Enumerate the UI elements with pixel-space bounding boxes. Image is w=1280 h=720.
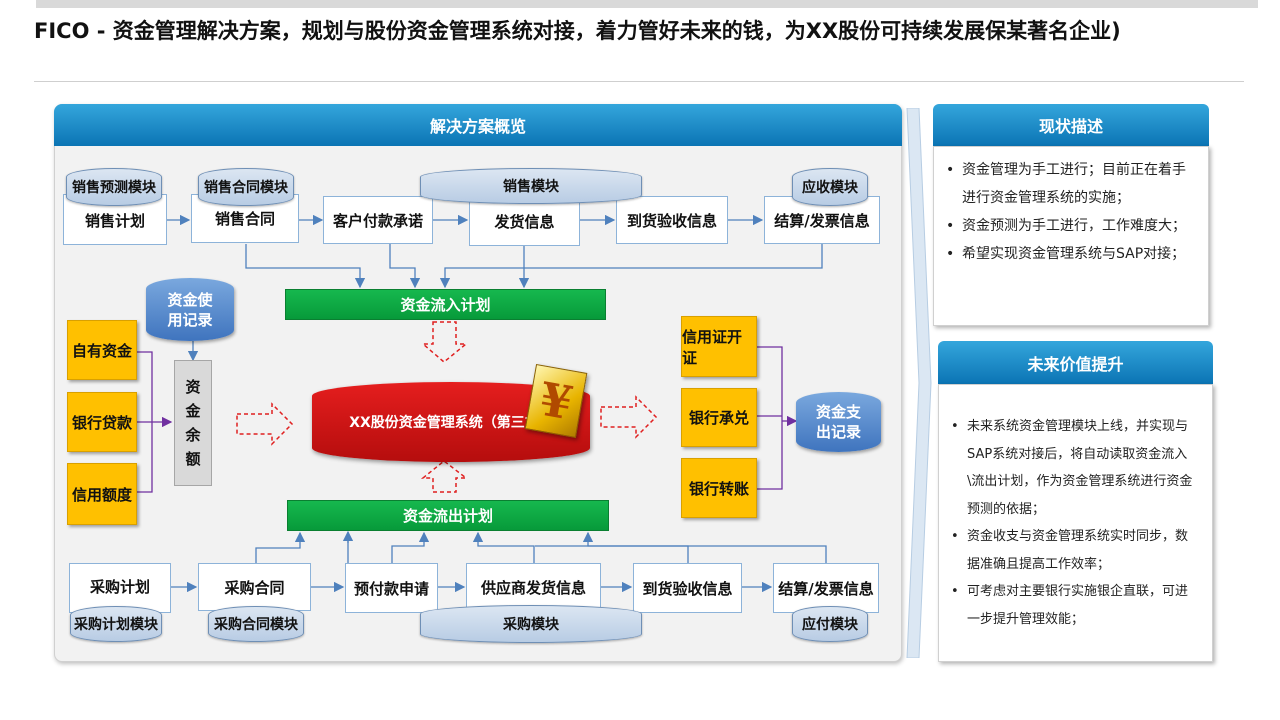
purchase-plan-module: 采购计划模块 [70, 606, 162, 642]
purchase-step-prepayment-request: 预付款申请 [345, 563, 438, 613]
status-item: 希望实现资金管理系统与SAP对接； [942, 240, 1198, 268]
fund-usage-record-db: 资金使用记录 [146, 278, 234, 341]
sales-forecast-module: 销售预测模块 [66, 168, 162, 206]
outflow-plan-bar: 资金流出计划 [287, 500, 609, 531]
future-list: 未来系统资金管理模块上线，并实现与SAP系统对接后，将自动读取资金流入\流出计划… [947, 413, 1200, 633]
sales-contract-module: 销售合同模块 [198, 168, 294, 206]
payable-module: 应付模块 [792, 606, 868, 642]
fund-payment-record-db: 资金支出记录 [796, 392, 881, 452]
sales-step-acceptance-info: 到货验收信息 [616, 196, 728, 244]
source-credit-line: 信用额度 [67, 463, 137, 525]
source-own-funds: 自有资金 [67, 320, 137, 380]
status-header: 现状描述 [933, 104, 1209, 146]
sales-module: 销售模块 [420, 168, 642, 204]
fund-balance-label: 资金余额 [185, 378, 201, 468]
purchase-step-purchase-contract: 采购合同 [198, 563, 311, 611]
payment-letter-of-credit: 信用证开证 [681, 316, 757, 377]
status-list: 资金管理为手工进行；目前正在着手进行资金管理系统的实施； 资金预测为手工进行，工… [942, 156, 1198, 268]
status-item: 资金预测为手工进行，工作难度大； [942, 212, 1198, 240]
status-panel: 资金管理为手工进行；目前正在着手进行资金管理系统的实施； 资金预测为手工进行，工… [933, 146, 1209, 326]
purchase-module: 采购模块 [420, 605, 642, 643]
future-item: 资金收支与资金管理系统实时同步，数据准确且提高工作效率； [947, 523, 1200, 578]
payment-bank-transfer: 银行转账 [681, 458, 757, 518]
future-item: 可考虑对主要银行实施银企直联，可进一步提升管理效能； [947, 578, 1200, 633]
purchase-contract-module: 采购合同模块 [208, 606, 304, 642]
future-header: 未来价值提升 [938, 341, 1213, 384]
sales-step-payment-commitment: 客户付款承诺 [323, 196, 433, 244]
purchase-step-acceptance-info: 到货验收信息 [633, 563, 742, 613]
inflow-plan-bar: 资金流入计划 [285, 289, 606, 320]
payment-bank-acceptance: 银行承兑 [681, 388, 757, 447]
status-item: 资金管理为手工进行；目前正在着手进行资金管理系统的实施； [942, 156, 1198, 212]
fund-usage-record-label: 资金使用记录 [167, 290, 213, 329]
source-bank-loan: 银行贷款 [67, 392, 137, 452]
receivable-module: 应收模块 [792, 168, 868, 206]
fund-payment-record-label: 资金支出记录 [815, 403, 861, 441]
future-panel: 未来系统资金管理模块上线，并实现与SAP系统对接后，将自动读取资金流入\流出计划… [938, 384, 1213, 662]
purchase-step-supplier-shipping: 供应商发货信息 [466, 563, 601, 611]
future-item: 未来系统资金管理模块上线，并实现与SAP系统对接后，将自动读取资金流入\流出计划… [947, 413, 1200, 523]
fund-balance-box: 资金余额 [174, 360, 212, 486]
core-treasury-system-label: XX股份资金管理系统（第三方） [349, 415, 553, 431]
panel-chevron-arrow [906, 108, 932, 658]
